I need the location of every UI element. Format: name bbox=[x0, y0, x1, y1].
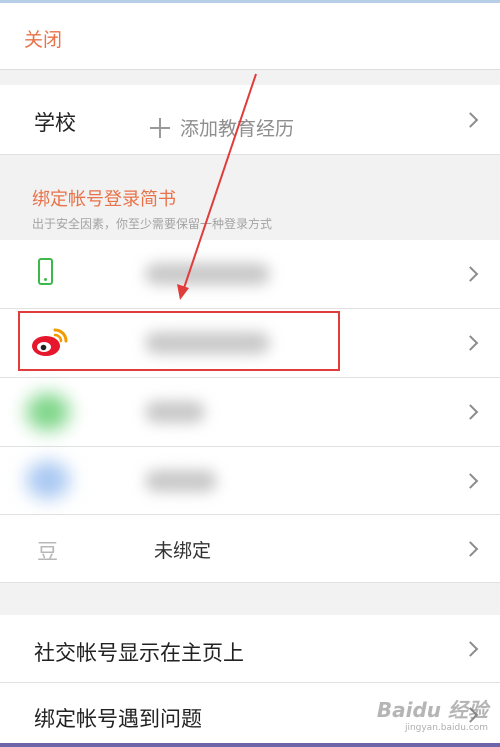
phone-icon bbox=[38, 258, 53, 285]
douban-icon: 豆 bbox=[37, 540, 58, 564]
plus-icon bbox=[150, 118, 170, 138]
school-row[interactable]: 学校 添加教育经历 bbox=[0, 85, 500, 155]
add-education-text: 添加教育经历 bbox=[180, 118, 295, 140]
school-label: 学校 bbox=[34, 111, 76, 135]
highlight-annotation bbox=[18, 311, 340, 371]
social-display-row[interactable]: 社交帐号显示在主页上 bbox=[0, 615, 500, 683]
account-row-blurred-green[interactable] bbox=[0, 378, 500, 447]
chevron-right-icon bbox=[462, 335, 479, 351]
header-bar: 关闭 bbox=[0, 3, 500, 70]
blurred-phone-number bbox=[145, 263, 270, 285]
blurred-account-icon bbox=[26, 461, 70, 499]
close-button[interactable]: 关闭 bbox=[24, 25, 62, 52]
bind-section-title: 绑定帐号登录简书 bbox=[32, 189, 176, 210]
social-display-label: 社交帐号显示在主页上 bbox=[34, 641, 244, 665]
douban-status: 未绑定 bbox=[154, 540, 212, 562]
chevron-right-icon bbox=[462, 266, 479, 282]
bind-problem-label: 绑定帐号遇到问题 bbox=[34, 707, 202, 731]
chevron-right-icon bbox=[462, 640, 479, 657]
blurred-account-name bbox=[145, 401, 205, 423]
chevron-right-icon bbox=[462, 404, 479, 420]
baidu-watermark: Baidu 经验 jingyan.baidu.com bbox=[376, 698, 488, 733]
chevron-right-icon bbox=[462, 540, 479, 557]
bottom-edge bbox=[0, 743, 500, 747]
chevron-right-icon bbox=[462, 111, 479, 128]
chevron-right-icon bbox=[462, 472, 479, 489]
blurred-account-icon bbox=[26, 393, 70, 431]
bind-section-subtitle: 出于安全因素，你至少需要保留一种登录方式 bbox=[32, 217, 273, 231]
account-row-blurred-blue[interactable] bbox=[0, 447, 500, 515]
account-row-douban[interactable] bbox=[0, 515, 500, 583]
blurred-account-name bbox=[145, 470, 217, 492]
